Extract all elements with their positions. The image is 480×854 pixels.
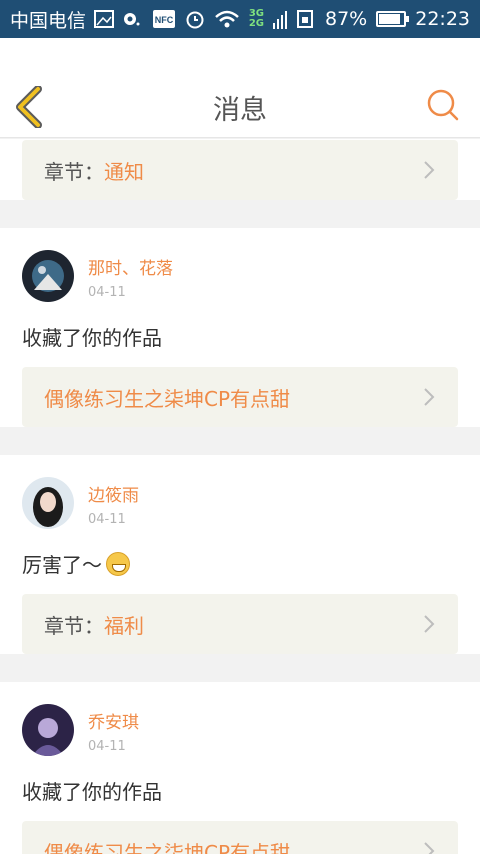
list-item: 边筱雨 04-11 厉害了～ 章节： 福利 xyxy=(0,455,480,654)
chevron-right-icon xyxy=(424,842,435,854)
chapter-link[interactable]: 章节： 福利 xyxy=(22,594,458,654)
wifi-icon xyxy=(214,9,240,29)
message-list: 章节： 通知 那时、花落 04-11 收藏了你的作品 偶像练习生之柒坤CP有点甜 xyxy=(0,139,480,854)
battery-percent: 87% xyxy=(325,8,368,30)
signal-icon xyxy=(273,9,287,29)
grin-emoji-icon xyxy=(106,551,130,576)
timestamp: 04-11 xyxy=(88,739,126,754)
work-link[interactable]: 偶像练习生之柒坤CP有点甜 xyxy=(22,821,458,854)
nfc-icon: NFC xyxy=(152,9,176,29)
chevron-right-icon xyxy=(424,615,435,633)
username-link[interactable]: 乔安琪 xyxy=(88,708,139,733)
list-item: 章节： 通知 xyxy=(0,139,480,200)
chevron-right-icon xyxy=(424,161,435,179)
status-bar: 中国电信 NFC 3G 2G 87% 22:23 xyxy=(0,0,480,38)
divider xyxy=(0,668,480,682)
message-text: 收藏了你的作品 xyxy=(22,326,162,350)
username-link[interactable]: 那时、花落 xyxy=(88,254,173,279)
alarm-icon xyxy=(185,9,205,29)
clock: 22:23 xyxy=(415,8,470,30)
avatar[interactable] xyxy=(22,477,74,529)
avatar[interactable] xyxy=(22,704,74,756)
divider xyxy=(0,441,480,455)
svg-text:NFC: NFC xyxy=(155,15,174,25)
username-link[interactable]: 边筱雨 xyxy=(88,481,139,506)
header-bar: 消息 xyxy=(0,38,480,138)
camera-notification-icon xyxy=(122,12,140,26)
network-type-indicator: 3G 2G xyxy=(248,8,264,29)
message-text: 收藏了你的作品 xyxy=(22,780,162,804)
list-item: 那时、花落 04-11 收藏了你的作品 偶像练习生之柒坤CP有点甜 xyxy=(0,228,480,427)
search-button[interactable] xyxy=(426,88,460,122)
search-icon xyxy=(427,89,459,121)
work-link[interactable]: 偶像练习生之柒坤CP有点甜 xyxy=(22,367,458,427)
sim-icon xyxy=(296,9,316,29)
list-item: 乔安琪 04-11 收藏了你的作品 偶像练习生之柒坤CP有点甜 xyxy=(0,682,480,854)
message-text: 厉害了～ xyxy=(22,543,458,594)
timestamp: 04-11 xyxy=(88,512,126,527)
avatar[interactable] xyxy=(22,250,74,302)
chevron-right-icon xyxy=(424,388,435,406)
chapter-link[interactable]: 章节： 通知 xyxy=(22,140,458,200)
image-notification-icon xyxy=(94,10,115,28)
timestamp: 04-11 xyxy=(88,285,126,300)
page-title: 消息 xyxy=(213,95,267,126)
battery-icon xyxy=(376,11,410,27)
carrier-label: 中国电信 xyxy=(10,9,87,32)
divider xyxy=(0,214,480,228)
